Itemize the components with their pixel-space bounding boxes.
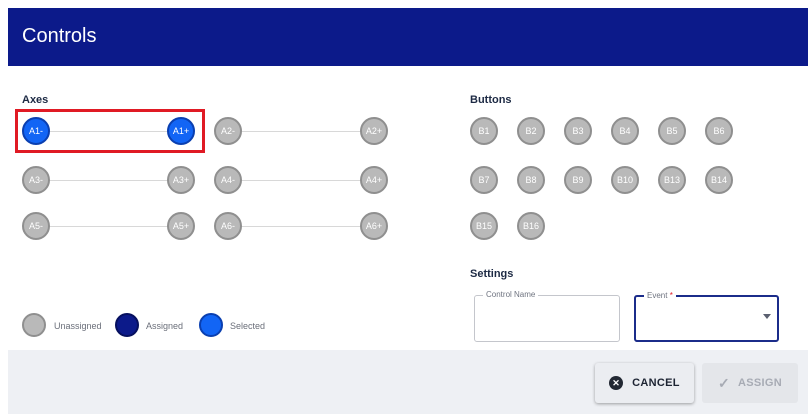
button-b14[interactable]: B14: [705, 166, 733, 194]
button-b8[interactable]: B8: [517, 166, 545, 194]
button-b5[interactable]: B5: [658, 117, 686, 145]
legend-unassigned-dot: [22, 313, 46, 337]
button-b10[interactable]: B10: [611, 166, 639, 194]
cancel-button[interactable]: ✕ CANCEL: [595, 363, 694, 403]
button-b9[interactable]: B9: [564, 166, 592, 194]
dialog-footer: ✕ CANCEL ✓ ASSIGN: [8, 350, 808, 414]
legend-unassigned-label: Unassigned: [54, 321, 102, 331]
axis-line-a6: [230, 226, 374, 227]
axis-a3-minus[interactable]: A3-: [22, 166, 50, 194]
button-b1[interactable]: B1: [470, 117, 498, 145]
buttons-section-label: Buttons: [470, 94, 512, 106]
required-mark: *: [669, 291, 673, 300]
axis-a6-plus[interactable]: A6+: [360, 212, 388, 240]
button-b16[interactable]: B16: [517, 212, 545, 240]
button-b4[interactable]: B4: [611, 117, 639, 145]
legend-assigned-label: Assigned: [146, 321, 184, 331]
axis-a5-minus[interactable]: A5-: [22, 212, 50, 240]
button-b7[interactable]: B7: [470, 166, 498, 194]
x-circle-icon: ✕: [609, 376, 624, 390]
axis-a3-plus[interactable]: A3+: [167, 166, 195, 194]
assign-button-label: ASSIGN: [738, 377, 782, 389]
axis-a5-plus[interactable]: A5+: [167, 212, 195, 240]
button-b3[interactable]: B3: [564, 117, 592, 145]
event-label: Event *: [644, 291, 676, 300]
axis-line-a2: [230, 131, 374, 132]
axis-line-a5: [38, 226, 182, 227]
axis-a2-plus[interactable]: A2+: [360, 117, 388, 145]
axis-a4-plus[interactable]: A4+: [360, 166, 388, 194]
axis-a4-minus[interactable]: A4-: [214, 166, 242, 194]
caret-down-icon: [763, 314, 771, 319]
event-label-text: Event: [647, 291, 668, 300]
assign-button[interactable]: ✓ ASSIGN: [702, 363, 798, 403]
legend-selected-dot: [199, 313, 223, 337]
legend-assigned-dot: [115, 313, 139, 337]
settings-section-label: Settings: [470, 268, 514, 280]
control-name-label: Control Name: [483, 290, 539, 299]
button-b13[interactable]: B13: [658, 166, 686, 194]
button-b15[interactable]: B15: [470, 212, 498, 240]
axis-line-a4: [230, 180, 374, 181]
check-icon: ✓: [717, 374, 731, 391]
axis-line-a3: [38, 180, 182, 181]
axes-section-label: Axes: [22, 94, 49, 106]
axis-a6-minus[interactable]: A6-: [214, 212, 242, 240]
dialog-header: Controls: [8, 8, 808, 66]
event-select[interactable]: Event *: [634, 291, 779, 342]
button-b6[interactable]: B6: [705, 117, 733, 145]
cancel-button-label: CANCEL: [632, 377, 680, 389]
control-name-field[interactable]: Control Name: [474, 290, 620, 342]
button-b2[interactable]: B2: [517, 117, 545, 145]
dialog-title: Controls: [22, 25, 97, 47]
selection-highlight: [15, 109, 205, 153]
legend-selected-label: Selected: [230, 321, 266, 331]
axis-a2-minus[interactable]: A2-: [214, 117, 242, 145]
